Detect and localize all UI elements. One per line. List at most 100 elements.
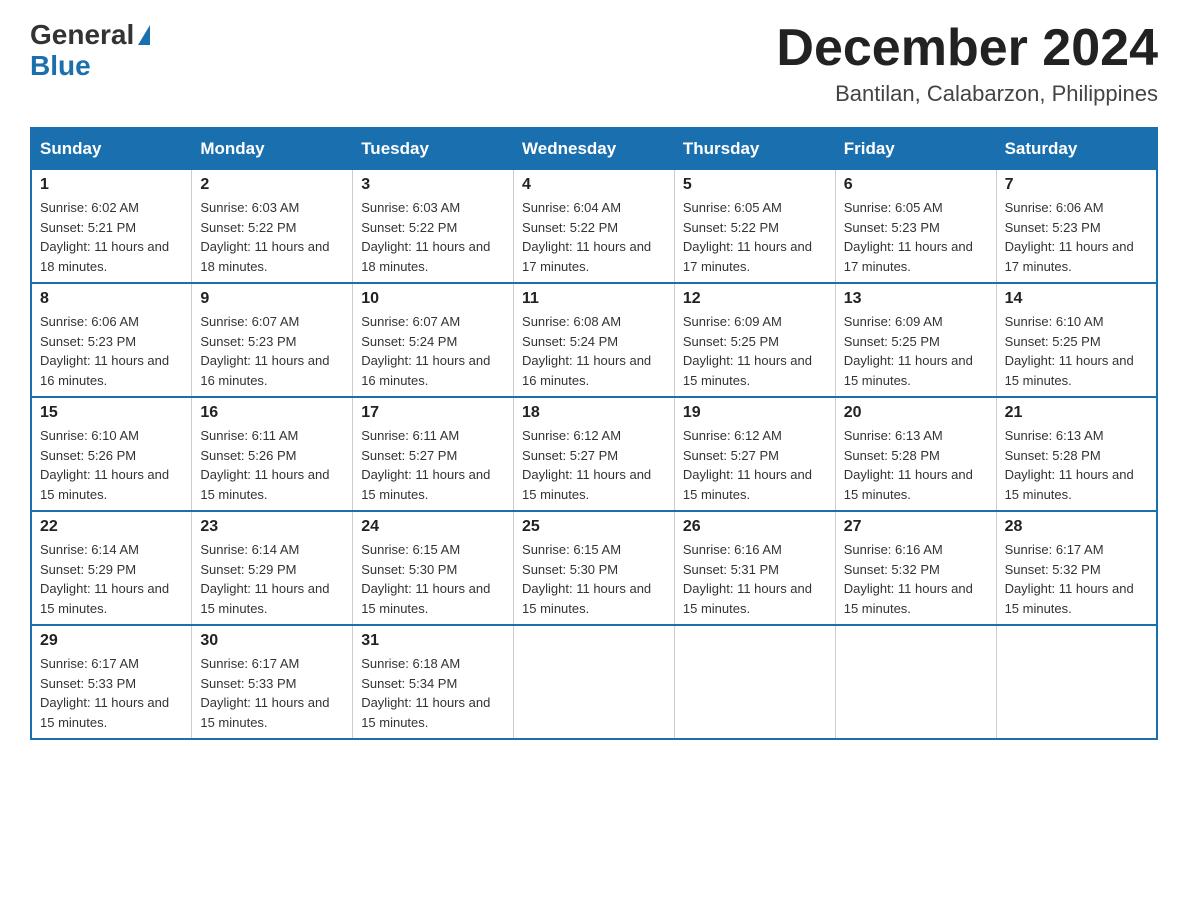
- calendar-cell: 26 Sunrise: 6:16 AM Sunset: 5:31 PM Dayl…: [674, 511, 835, 625]
- title-section: December 2024 Bantilan, Calabarzon, Phil…: [776, 20, 1158, 107]
- calendar-header-friday: Friday: [835, 128, 996, 170]
- calendar-cell: 5 Sunrise: 6:05 AM Sunset: 5:22 PM Dayli…: [674, 170, 835, 284]
- day-number: 21: [1005, 404, 1148, 422]
- day-info: Sunrise: 6:17 AM Sunset: 5:32 PM Dayligh…: [1005, 540, 1148, 618]
- calendar-cell: [835, 625, 996, 739]
- calendar-cell: [674, 625, 835, 739]
- day-number: 13: [844, 290, 988, 308]
- calendar-cell: 6 Sunrise: 6:05 AM Sunset: 5:23 PM Dayli…: [835, 170, 996, 284]
- day-info: Sunrise: 6:18 AM Sunset: 5:34 PM Dayligh…: [361, 654, 505, 732]
- day-number: 29: [40, 632, 183, 650]
- calendar-cell: 11 Sunrise: 6:08 AM Sunset: 5:24 PM Dayl…: [514, 283, 675, 397]
- calendar-cell: 12 Sunrise: 6:09 AM Sunset: 5:25 PM Dayl…: [674, 283, 835, 397]
- logo-blue-text: Blue: [30, 51, 91, 82]
- day-info: Sunrise: 6:11 AM Sunset: 5:26 PM Dayligh…: [200, 426, 344, 504]
- calendar-cell: 20 Sunrise: 6:13 AM Sunset: 5:28 PM Dayl…: [835, 397, 996, 511]
- day-info: Sunrise: 6:14 AM Sunset: 5:29 PM Dayligh…: [40, 540, 183, 618]
- day-info: Sunrise: 6:15 AM Sunset: 5:30 PM Dayligh…: [361, 540, 505, 618]
- calendar-cell: 13 Sunrise: 6:09 AM Sunset: 5:25 PM Dayl…: [835, 283, 996, 397]
- day-number: 24: [361, 518, 505, 536]
- calendar-header-monday: Monday: [192, 128, 353, 170]
- calendar-cell: 7 Sunrise: 6:06 AM Sunset: 5:23 PM Dayli…: [996, 170, 1157, 284]
- day-number: 14: [1005, 290, 1148, 308]
- day-info: Sunrise: 6:11 AM Sunset: 5:27 PM Dayligh…: [361, 426, 505, 504]
- day-info: Sunrise: 6:17 AM Sunset: 5:33 PM Dayligh…: [200, 654, 344, 732]
- calendar-cell: 2 Sunrise: 6:03 AM Sunset: 5:22 PM Dayli…: [192, 170, 353, 284]
- day-number: 25: [522, 518, 666, 536]
- calendar-cell: 27 Sunrise: 6:16 AM Sunset: 5:32 PM Dayl…: [835, 511, 996, 625]
- day-number: 3: [361, 176, 505, 194]
- calendar-cell: 16 Sunrise: 6:11 AM Sunset: 5:26 PM Dayl…: [192, 397, 353, 511]
- location-text: Bantilan, Calabarzon, Philippines: [776, 81, 1158, 107]
- day-info: Sunrise: 6:07 AM Sunset: 5:23 PM Dayligh…: [200, 312, 344, 390]
- day-number: 1: [40, 176, 183, 194]
- logo: General Blue: [30, 20, 150, 82]
- day-number: 28: [1005, 518, 1148, 536]
- calendar-cell: 8 Sunrise: 6:06 AM Sunset: 5:23 PM Dayli…: [31, 283, 192, 397]
- calendar-cell: 18 Sunrise: 6:12 AM Sunset: 5:27 PM Dayl…: [514, 397, 675, 511]
- day-number: 4: [522, 176, 666, 194]
- calendar-week-row: 22 Sunrise: 6:14 AM Sunset: 5:29 PM Dayl…: [31, 511, 1157, 625]
- day-info: Sunrise: 6:09 AM Sunset: 5:25 PM Dayligh…: [683, 312, 827, 390]
- day-number: 18: [522, 404, 666, 422]
- calendar-cell: 9 Sunrise: 6:07 AM Sunset: 5:23 PM Dayli…: [192, 283, 353, 397]
- calendar-header-thursday: Thursday: [674, 128, 835, 170]
- day-info: Sunrise: 6:10 AM Sunset: 5:25 PM Dayligh…: [1005, 312, 1148, 390]
- calendar-cell: 15 Sunrise: 6:10 AM Sunset: 5:26 PM Dayl…: [31, 397, 192, 511]
- calendar-cell: [996, 625, 1157, 739]
- calendar-week-row: 15 Sunrise: 6:10 AM Sunset: 5:26 PM Dayl…: [31, 397, 1157, 511]
- day-info: Sunrise: 6:16 AM Sunset: 5:32 PM Dayligh…: [844, 540, 988, 618]
- day-info: Sunrise: 6:05 AM Sunset: 5:22 PM Dayligh…: [683, 198, 827, 276]
- calendar-cell: 22 Sunrise: 6:14 AM Sunset: 5:29 PM Dayl…: [31, 511, 192, 625]
- calendar-week-row: 29 Sunrise: 6:17 AM Sunset: 5:33 PM Dayl…: [31, 625, 1157, 739]
- calendar-cell: 24 Sunrise: 6:15 AM Sunset: 5:30 PM Dayl…: [353, 511, 514, 625]
- calendar-table: SundayMondayTuesdayWednesdayThursdayFrid…: [30, 127, 1158, 740]
- day-number: 17: [361, 404, 505, 422]
- day-number: 30: [200, 632, 344, 650]
- calendar-week-row: 8 Sunrise: 6:06 AM Sunset: 5:23 PM Dayli…: [31, 283, 1157, 397]
- day-number: 7: [1005, 176, 1148, 194]
- day-number: 12: [683, 290, 827, 308]
- day-info: Sunrise: 6:09 AM Sunset: 5:25 PM Dayligh…: [844, 312, 988, 390]
- day-number: 22: [40, 518, 183, 536]
- calendar-cell: 4 Sunrise: 6:04 AM Sunset: 5:22 PM Dayli…: [514, 170, 675, 284]
- calendar-cell: 21 Sunrise: 6:13 AM Sunset: 5:28 PM Dayl…: [996, 397, 1157, 511]
- day-number: 8: [40, 290, 183, 308]
- day-number: 6: [844, 176, 988, 194]
- calendar-header-row: SundayMondayTuesdayWednesdayThursdayFrid…: [31, 128, 1157, 170]
- day-info: Sunrise: 6:17 AM Sunset: 5:33 PM Dayligh…: [40, 654, 183, 732]
- calendar-cell: 14 Sunrise: 6:10 AM Sunset: 5:25 PM Dayl…: [996, 283, 1157, 397]
- day-info: Sunrise: 6:03 AM Sunset: 5:22 PM Dayligh…: [361, 198, 505, 276]
- day-info: Sunrise: 6:12 AM Sunset: 5:27 PM Dayligh…: [522, 426, 666, 504]
- day-number: 23: [200, 518, 344, 536]
- day-info: Sunrise: 6:14 AM Sunset: 5:29 PM Dayligh…: [200, 540, 344, 618]
- day-info: Sunrise: 6:08 AM Sunset: 5:24 PM Dayligh…: [522, 312, 666, 390]
- day-number: 2: [200, 176, 344, 194]
- calendar-cell: 19 Sunrise: 6:12 AM Sunset: 5:27 PM Dayl…: [674, 397, 835, 511]
- calendar-cell: 31 Sunrise: 6:18 AM Sunset: 5:34 PM Dayl…: [353, 625, 514, 739]
- logo-general-text: General: [30, 20, 134, 51]
- calendar-header-tuesday: Tuesday: [353, 128, 514, 170]
- logo-triangle-icon: [138, 25, 150, 45]
- page-header: General Blue December 2024 Bantilan, Cal…: [30, 20, 1158, 107]
- day-info: Sunrise: 6:15 AM Sunset: 5:30 PM Dayligh…: [522, 540, 666, 618]
- calendar-cell: 10 Sunrise: 6:07 AM Sunset: 5:24 PM Dayl…: [353, 283, 514, 397]
- calendar-cell: 25 Sunrise: 6:15 AM Sunset: 5:30 PM Dayl…: [514, 511, 675, 625]
- calendar-cell: 28 Sunrise: 6:17 AM Sunset: 5:32 PM Dayl…: [996, 511, 1157, 625]
- day-number: 16: [200, 404, 344, 422]
- day-number: 26: [683, 518, 827, 536]
- calendar-cell: 23 Sunrise: 6:14 AM Sunset: 5:29 PM Dayl…: [192, 511, 353, 625]
- calendar-cell: 1 Sunrise: 6:02 AM Sunset: 5:21 PM Dayli…: [31, 170, 192, 284]
- day-number: 27: [844, 518, 988, 536]
- calendar-cell: 29 Sunrise: 6:17 AM Sunset: 5:33 PM Dayl…: [31, 625, 192, 739]
- day-info: Sunrise: 6:07 AM Sunset: 5:24 PM Dayligh…: [361, 312, 505, 390]
- day-info: Sunrise: 6:03 AM Sunset: 5:22 PM Dayligh…: [200, 198, 344, 276]
- day-number: 5: [683, 176, 827, 194]
- day-number: 31: [361, 632, 505, 650]
- day-number: 20: [844, 404, 988, 422]
- day-info: Sunrise: 6:06 AM Sunset: 5:23 PM Dayligh…: [40, 312, 183, 390]
- day-number: 11: [522, 290, 666, 308]
- calendar-cell: 30 Sunrise: 6:17 AM Sunset: 5:33 PM Dayl…: [192, 625, 353, 739]
- calendar-week-row: 1 Sunrise: 6:02 AM Sunset: 5:21 PM Dayli…: [31, 170, 1157, 284]
- day-number: 10: [361, 290, 505, 308]
